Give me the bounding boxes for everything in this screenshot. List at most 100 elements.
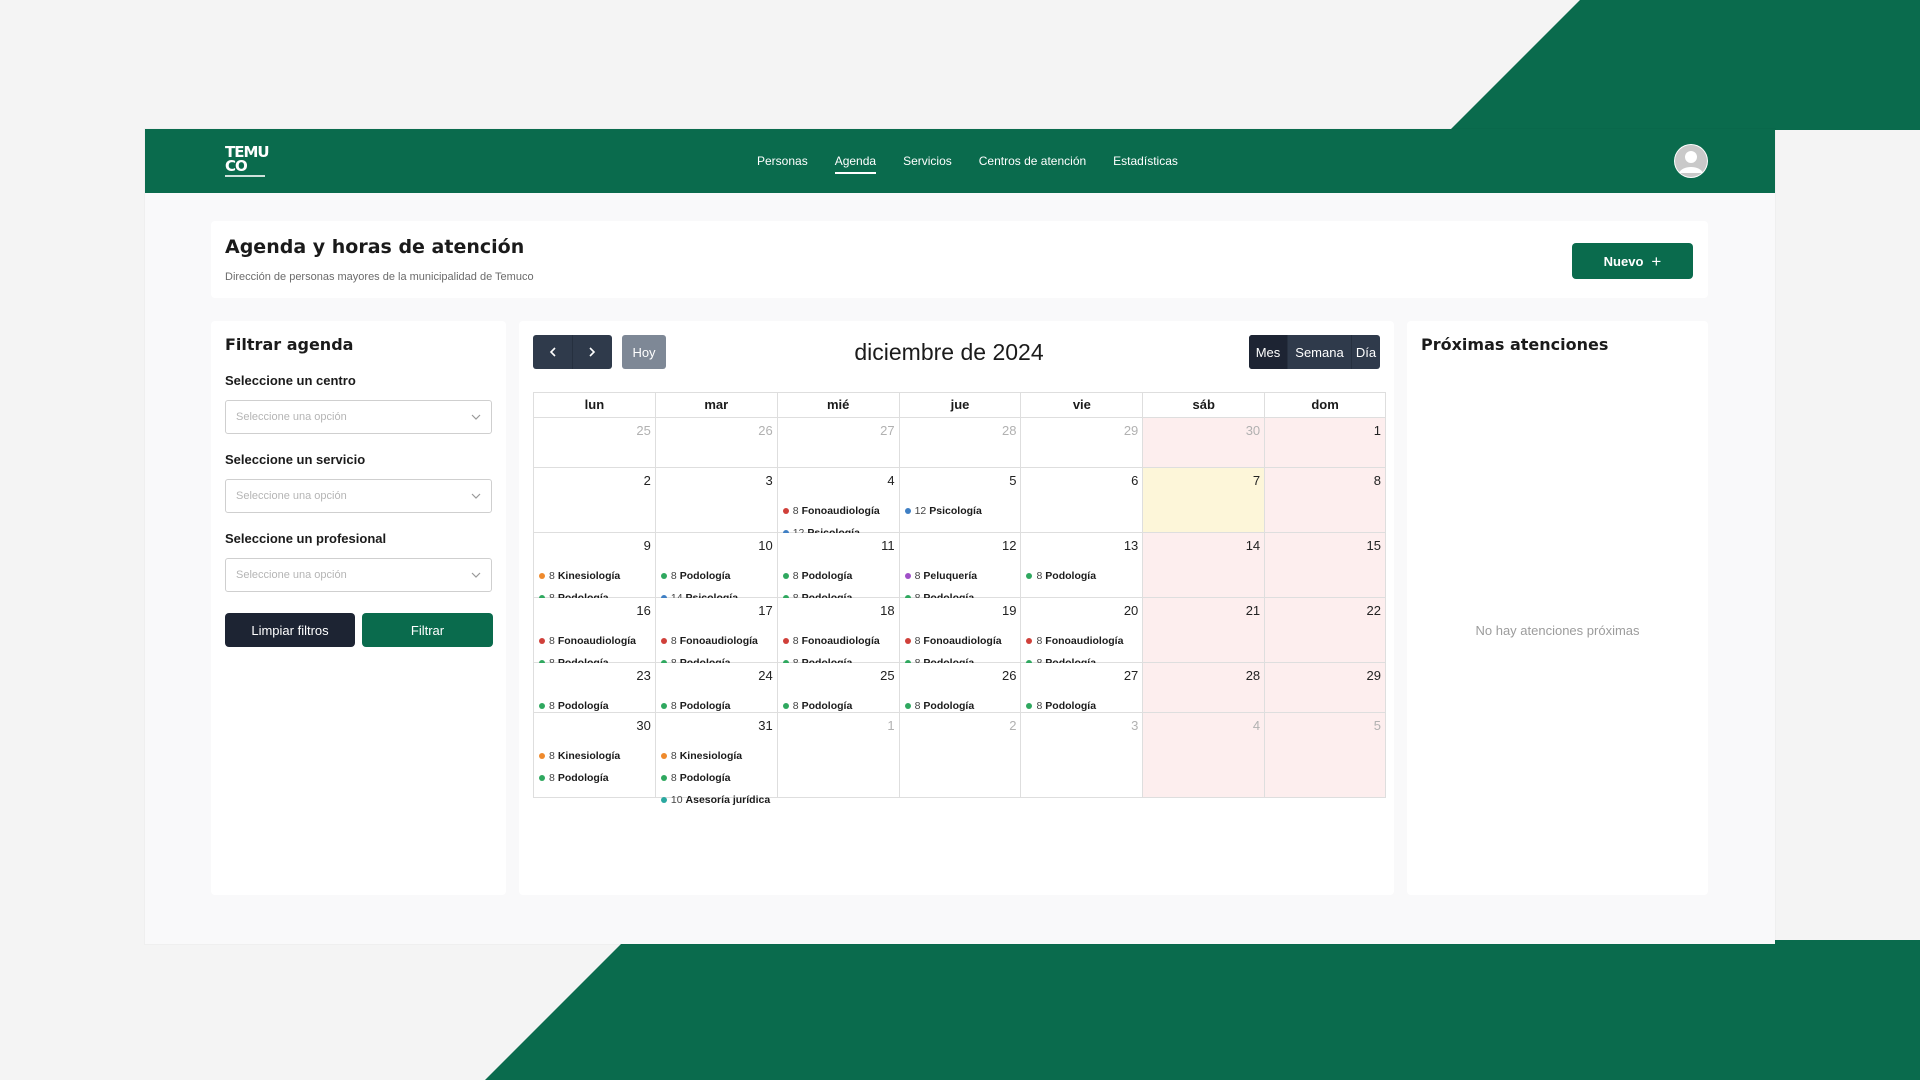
new-button[interactable]: Nuevo + [1572,243,1693,279]
day-cell[interactable]: 5 [1265,713,1387,798]
nav-link-0[interactable]: Personas [757,148,808,174]
day-cell[interactable]: 168Fonoaudiología8Podología [534,598,656,669]
service-select[interactable]: Seleccione una opción [225,479,492,513]
nav-link-4[interactable]: Estadísticas [1113,148,1178,174]
view-day-button[interactable]: Día [1351,335,1380,369]
calendar-event[interactable]: 8 Fonoaudiología [782,630,897,652]
day-cell[interactable]: 128Peluquería8Podología [899,533,1022,604]
day-cell[interactable]: 29 [1021,418,1144,468]
day-cell[interactable]: 178Fonoaudiología8Podología [655,598,778,669]
day-number: 1 [1373,423,1382,438]
day-cell[interactable]: 14 [1143,533,1266,598]
day-cell[interactable]: 30 8 Kinesiología 8 Podología [534,713,656,798]
event-time: 8 [670,635,677,647]
day-cell[interactable]: 2 [899,713,1022,798]
center-select-placeholder: Seleccione una opción [236,411,347,423]
day-cell[interactable]: 29 [1265,663,1387,713]
day-cell[interactable]: 27 8 Podología [1021,663,1144,713]
next-month-button[interactable] [572,335,611,369]
day-number: 28 [1245,668,1261,683]
filter-button[interactable]: Filtrar [362,613,493,647]
day-cell[interactable]: 108Podología14Psicología [655,533,778,604]
day-cell[interactable]: 26 [655,418,778,468]
day-cell[interactable]: 7 [1143,468,1266,533]
day-cell[interactable]: 22 [1265,598,1387,663]
event-dot-icon [782,638,789,644]
day-cell[interactable]: 25 8 Podología [777,663,900,713]
temuco-logo[interactable]: TEMU CO [225,145,273,177]
day-cell[interactable]: 6 [1021,468,1144,533]
day-cell[interactable]: 188Fonoaudiología8Podología [777,598,900,669]
nav-link-3[interactable]: Centros de atención [979,148,1086,174]
day-cell[interactable]: 3 [1021,713,1144,798]
day-cell[interactable]: 198Fonoaudiología8Podología [899,598,1022,669]
day-number: 7 [1252,473,1261,488]
view-switcher: Mes Semana Día [1249,335,1380,369]
calendar-event[interactable]: 8 Peluquería [904,565,1019,587]
professional-select[interactable]: Seleccione una opción [225,558,492,592]
day-cell[interactable]: 27 [777,418,900,468]
day-cell[interactable]: 11 8Podología8Podología [777,533,900,604]
event-dot-icon [782,573,789,579]
calendar-event[interactable]: 8 Kinesiología [539,565,653,587]
prev-month-button[interactable] [533,335,572,369]
day-cell[interactable]: 28 [1143,663,1266,713]
day-cell[interactable]: 3 [655,468,778,533]
view-month-button[interactable]: Mes [1249,335,1287,369]
day-cell[interactable]: 31 8 Kinesiología 8 Podología 10 Asesoría jurí… [655,713,778,806]
day-cell[interactable]: 4 [1143,713,1266,798]
calendar-event[interactable]: 8 Fonoaudiología [1026,630,1140,652]
calendar-event[interactable]: 8 Fonoaudiología [904,630,1019,652]
day-cell[interactable]: 208Fonoaudiología8Podología [1021,598,1144,669]
day-cell[interactable]: 5 12 Psicología [899,468,1022,533]
day-cell[interactable]: 25 [534,418,656,468]
top-navbar: TEMU CO Personas Agenda Servicios Centros d… [145,129,1775,193]
day-number: 15 [1366,538,1382,553]
calendar-event[interactable]: 8 Kinesiología [660,745,775,767]
week-row: 98Kinesiología8Podología108Podología14Ps… [534,533,1387,604]
view-week-button[interactable]: Semana [1287,335,1351,369]
weekday-label: dom [1265,393,1387,418]
day-cell[interactable]: 1 [1265,418,1387,468]
day-cell[interactable]: 26 8 Podología [899,663,1022,713]
calendar-event[interactable]: 8 Fonoaudiología [782,500,897,522]
nav-link-2[interactable]: Servicios [903,148,952,174]
day-number: 4 [1252,718,1261,733]
day-cell[interactable]: 98Kinesiología8Podología [534,533,656,604]
calendar-event[interactable]: 8 Kinesiología [539,745,653,767]
day-cell[interactable]: 30 [1143,418,1266,468]
day-cell[interactable]: 2 [534,468,656,533]
day-cell[interactable]: 8 [1265,468,1387,533]
event-service: Podología [557,772,609,784]
calendar-event[interactable]: 8Podología [660,767,775,789]
day-cell[interactable]: 28 [899,418,1022,468]
today-button[interactable]: Hoy [622,335,666,369]
calendar-event[interactable]: 8Podología [782,565,897,587]
day-cell[interactable]: 1 [777,713,900,798]
calendar-event[interactable]: 8Podología [539,767,653,789]
calendar-event[interactable]: 12Psicología [904,500,1019,522]
day-cell[interactable]: 15 [1265,533,1387,598]
nav-link-1[interactable]: Agenda [834,148,877,174]
clear-filters-button[interactable]: Limpiar filtros [225,613,355,647]
day-number: 9 [643,538,651,553]
calendar-event[interactable]: 10 Asesoría jurídica [660,789,775,811]
day-cell[interactable]: 24 8 Podología [655,663,778,713]
center-select[interactable]: Seleccione una opción [225,400,492,434]
calendar-event[interactable]: 8 Fonoaudiología [539,630,653,652]
day-cell[interactable]: 48Fonoaudiología12Psicología [777,468,900,539]
day-number: 29 [1366,668,1382,683]
upcoming-empty-message: No hay atenciones próximas [1475,623,1640,638]
user-avatar-icon[interactable] [1674,144,1708,178]
day-number: 18 [880,603,895,618]
day-number: 22 [1366,603,1382,618]
calendar-event[interactable]: 8Podología [1026,565,1140,587]
event-dot-icon [539,775,545,781]
calendar-event[interactable]: 8 Fonoaudiología [660,630,775,652]
calendar-event[interactable]: 8Podología [660,565,775,587]
day-cell[interactable]: 13 8 Podología [1021,533,1144,598]
chevron-down-icon [471,493,481,499]
day-cell[interactable]: 23 8 Podología [534,663,656,713]
day-cell[interactable]: 21 [1143,598,1266,663]
day-number: 10 [758,538,773,553]
